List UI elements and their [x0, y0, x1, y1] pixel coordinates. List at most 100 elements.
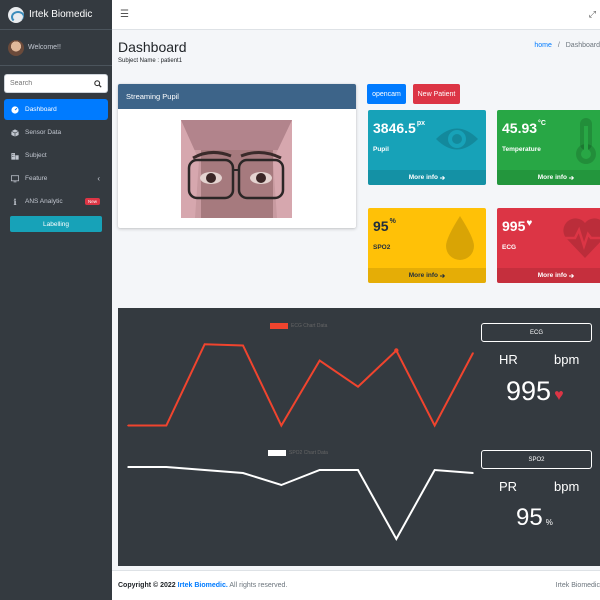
chart-point[interactable]	[394, 348, 399, 353]
cube-icon	[11, 128, 19, 137]
spo2-unit: %	[389, 218, 396, 225]
search-button[interactable]	[89, 74, 108, 93]
spo2-line-chart	[127, 466, 474, 542]
stream-card-title: Streaming Pupil	[118, 84, 356, 109]
chart-point[interactable]	[433, 424, 436, 427]
sidebar-item-label: Dashboard	[25, 106, 57, 113]
new-patient-button[interactable]: New Patient	[413, 84, 460, 104]
chart-point[interactable]	[203, 469, 206, 471]
sidebar-item-subject[interactable]: Subject	[4, 145, 108, 166]
spo2-value: 95%	[373, 218, 396, 234]
pupil-more-info-link[interactable]: More info ➔	[368, 170, 486, 185]
page-title: Dashboard	[118, 39, 187, 55]
brand-name: Irtek Biomedic	[29, 9, 93, 20]
ecg-label: ECG	[502, 244, 517, 251]
user-greeting: Welcome!!	[28, 44, 61, 51]
brand-logo-icon	[8, 6, 24, 23]
labelling-button[interactable]: Labelling	[10, 216, 102, 232]
pupil-unit: px	[416, 120, 425, 127]
temperature-value: 45.93°C	[502, 120, 546, 136]
pupil-label: Pupil	[373, 146, 389, 153]
dashboard-icon	[11, 105, 19, 114]
sidebar-item-label: Feature	[25, 175, 48, 182]
hr-unit: bpm	[554, 352, 580, 367]
hr-label: HR	[499, 352, 518, 367]
sidebar-item-ans-analytic[interactable]: i ANS Analytic New	[4, 191, 108, 212]
chart-point[interactable]	[433, 469, 436, 471]
search-input[interactable]	[4, 74, 89, 93]
sidebar: Irtek Biomedic Welcome!! Dashboard Senso…	[0, 0, 112, 600]
heartbeat-icon	[563, 218, 600, 258]
brand-link[interactable]: Irtek Biomedic	[0, 0, 112, 30]
fullscreen-icon[interactable]: ⤢	[589, 9, 596, 20]
chart-point[interactable]	[127, 466, 129, 468]
chart-point[interactable]	[280, 424, 283, 427]
chevron-left-icon: ‹	[97, 174, 100, 183]
chart-point[interactable]	[318, 469, 321, 471]
temperature-label: Temperature	[502, 146, 541, 153]
spo2-panel-button[interactable]: SPO2	[481, 450, 592, 469]
chart-series-line	[128, 343, 474, 428]
chart-series-line	[128, 466, 474, 542]
search-icon	[94, 79, 102, 88]
vitals-chart-panel: ECG Chart Data SPO2 Chart Data ECG HR bp…	[118, 308, 600, 566]
chart-point[interactable]	[242, 472, 244, 474]
breadcrumb-current: Dashboard	[565, 42, 600, 49]
chart-point[interactable]	[242, 344, 244, 347]
ecg-line-chart	[127, 343, 474, 428]
new-badge: New	[84, 198, 100, 205]
streaming-pupil-card: Streaming Pupil	[118, 84, 356, 228]
temperature-stat-box: 45.93°C Temperature More info ➔	[497, 110, 600, 185]
pr-value: 95%	[516, 504, 553, 531]
heart-icon: ♥	[526, 218, 533, 229]
chart-point[interactable]	[165, 466, 168, 468]
top-navbar: ☰ ⤢	[112, 0, 600, 30]
spo2-more-info-link[interactable]: More info ➔	[368, 268, 486, 283]
chart-point[interactable]	[280, 484, 283, 486]
chart-point[interactable]	[472, 472, 474, 474]
sidebar-item-dashboard[interactable]: Dashboard	[4, 99, 108, 120]
heart-icon: ♥	[554, 387, 564, 404]
sidebar-item-feature[interactable]: Feature ‹	[4, 168, 108, 189]
chart-point[interactable]	[357, 469, 359, 471]
footer-company-link[interactable]: Irtek Biomedic.	[178, 582, 228, 589]
opencam-button[interactable]: opencam	[367, 84, 406, 104]
ecg-value: 995♥	[502, 218, 533, 234]
breadcrumb-separator: /	[557, 42, 560, 49]
chart-point[interactable]	[127, 424, 129, 427]
user-panel[interactable]: Welcome!!	[0, 30, 112, 66]
hamburger-menu-icon[interactable]: ☰	[120, 9, 129, 20]
hr-value: 995 ♥	[506, 376, 564, 406]
pupil-stat-box: 3846.5px Pupil More info ➔	[368, 110, 486, 185]
chart-point[interactable]	[472, 352, 474, 354]
breadcrumb: home / Dashboard	[534, 42, 600, 49]
chart-point[interactable]	[395, 538, 398, 540]
chart-point[interactable]	[357, 385, 359, 388]
info-icon: i	[13, 196, 17, 207]
footer-copyright: Copyright © 2022 Irtek Biomedic. All rig…	[118, 582, 288, 589]
pr-unit: bpm	[554, 479, 580, 494]
footer: Copyright © 2022 Irtek Biomedic. All rig…	[112, 570, 600, 600]
sidebar-item-sensor-data[interactable]: Sensor Data	[4, 122, 108, 143]
avatar	[8, 39, 24, 56]
chart-point[interactable]	[203, 343, 206, 346]
ecg-panel-button[interactable]: ECG	[481, 323, 592, 342]
chart-point[interactable]	[165, 424, 168, 427]
droplet-icon	[446, 216, 474, 260]
temperature-unit: °C	[538, 120, 546, 127]
sidebar-search	[4, 74, 108, 93]
breadcrumb-home-link[interactable]: home	[534, 42, 552, 49]
pr-value-unit: %	[545, 518, 553, 527]
arrow-circle-right-icon: ➔	[568, 174, 575, 182]
pr-label: PR	[499, 479, 518, 494]
ecg-stat-box: 995♥ ECG More info ➔	[497, 208, 600, 283]
temperature-more-info-link[interactable]: More info ➔	[497, 170, 600, 185]
arrow-circle-right-icon: ➔	[439, 174, 446, 182]
chart-point[interactable]	[318, 359, 321, 362]
monitor-icon	[11, 174, 19, 183]
sidebar-item-label: Sensor Data	[25, 129, 62, 136]
ecg-more-info-link[interactable]: More info ➔	[497, 268, 600, 283]
arrow-circle-right-icon: ➔	[439, 272, 446, 280]
arrow-circle-right-icon: ➔	[568, 272, 575, 280]
eye-icon	[436, 128, 478, 150]
